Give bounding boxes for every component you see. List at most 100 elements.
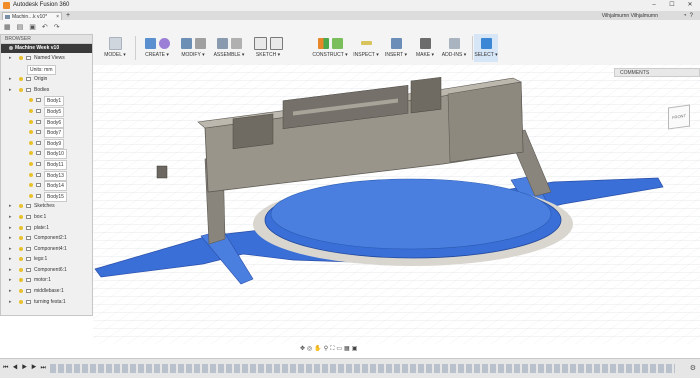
sphere-icon[interactable] bbox=[158, 37, 170, 49]
visibility-bulb-icon[interactable] bbox=[29, 108, 33, 113]
pan-icon[interactable]: ✋ bbox=[314, 346, 323, 352]
visibility-bulb-icon[interactable] bbox=[19, 267, 23, 272]
root-toggle-icon[interactable] bbox=[9, 46, 13, 50]
browser-item[interactable]: Body13 bbox=[1, 170, 92, 181]
expand-icon[interactable]: ▸ bbox=[9, 286, 12, 297]
modify-menu[interactable]: MODIFY ▾ bbox=[178, 34, 208, 62]
timeline-features[interactable] bbox=[50, 364, 675, 373]
browser-item[interactable]: Units: mm bbox=[1, 64, 92, 75]
visibility-bulb-icon[interactable] bbox=[29, 183, 33, 188]
expand-icon[interactable]: ▸ bbox=[9, 223, 12, 234]
make-menu[interactable]: MAKE ▾ bbox=[414, 34, 436, 62]
display-settings-icon[interactable]: ▭ bbox=[336, 346, 344, 352]
browser-item[interactable]: Body5 bbox=[1, 106, 92, 117]
step-back-icon[interactable]: ◀ bbox=[12, 365, 21, 371]
browser-item[interactable]: ▸ motor:1 bbox=[1, 275, 92, 286]
user-name[interactable]: Vilhjalmurnn Vilhjalmurnn bbox=[602, 12, 658, 20]
help-icon[interactable]: ? bbox=[690, 13, 696, 19]
3d-viewport[interactable]: FRONT bbox=[93, 64, 700, 344]
select-menu[interactable]: SELECT ▾ bbox=[474, 34, 498, 62]
visibility-bulb-icon[interactable] bbox=[19, 236, 23, 241]
fillet-icon[interactable] bbox=[194, 37, 206, 49]
create-menu[interactable]: CREATE ▾ bbox=[139, 34, 175, 62]
box-icon[interactable] bbox=[144, 37, 156, 49]
small-cube-body[interactable] bbox=[156, 165, 168, 179]
browser-header[interactable]: BROWSER bbox=[1, 35, 92, 44]
visibility-bulb-icon[interactable] bbox=[19, 225, 23, 230]
offset-plane-icon[interactable] bbox=[317, 37, 329, 49]
visibility-bulb-icon[interactable] bbox=[19, 77, 23, 82]
expand-icon[interactable]: ▸ bbox=[9, 254, 12, 265]
browser-item[interactable]: ▸ legs:1 bbox=[1, 254, 92, 265]
visibility-bulb-icon[interactable] bbox=[19, 87, 23, 92]
visibility-bulb-icon[interactable] bbox=[29, 172, 33, 177]
scripts-icon[interactable] bbox=[448, 37, 460, 49]
gear-icon[interactable]: ⚙ bbox=[690, 364, 696, 372]
viewports-icon[interactable]: ▣ bbox=[352, 346, 360, 352]
visibility-bulb-icon[interactable] bbox=[19, 214, 23, 219]
visibility-bulb-icon[interactable] bbox=[19, 204, 23, 209]
browser-item[interactable]: ▸ Component2:1 bbox=[1, 233, 92, 244]
visibility-bulb-icon[interactable] bbox=[19, 289, 23, 294]
comments-panel[interactable]: COMMENTS bbox=[614, 68, 700, 77]
go-to-start-icon[interactable]: ⏮ bbox=[3, 365, 12, 371]
new-tab-button[interactable]: + bbox=[66, 11, 70, 20]
sketch-line-icon[interactable] bbox=[253, 36, 267, 50]
browser-item[interactable]: ▸ plate:1 bbox=[1, 223, 92, 234]
expand-icon[interactable]: ▸ bbox=[9, 233, 12, 244]
view-cube[interactable]: FRONT bbox=[668, 104, 690, 130]
sketch-menu[interactable]: SKETCH ▾ bbox=[250, 34, 286, 62]
undo-icon[interactable]: ↶ bbox=[42, 24, 54, 31]
browser-item[interactable]: Body11 bbox=[1, 159, 92, 170]
visibility-bulb-icon[interactable] bbox=[29, 119, 33, 124]
browser-item[interactable]: Body1 bbox=[1, 95, 92, 107]
joint-icon[interactable] bbox=[230, 37, 242, 49]
expand-icon[interactable]: ▸ bbox=[9, 53, 12, 64]
expand-icon[interactable]: ▸ bbox=[9, 244, 12, 255]
browser-item[interactable]: ▸ box:1 bbox=[1, 212, 92, 223]
grid-settings-icon[interactable]: ▦ bbox=[344, 346, 352, 352]
file-icon[interactable]: ▤ bbox=[17, 24, 30, 31]
visibility-bulb-icon[interactable] bbox=[19, 246, 23, 251]
visibility-bulb-icon[interactable] bbox=[19, 257, 23, 262]
close-tab-icon[interactable]: × bbox=[56, 13, 59, 21]
browser-item[interactable]: Body15 bbox=[1, 191, 92, 202]
insert-image-icon[interactable] bbox=[390, 37, 402, 49]
browser-item[interactable]: ▸ Sketches bbox=[1, 201, 92, 212]
save-icon[interactable]: ▣ bbox=[29, 24, 42, 31]
job-status-icon[interactable]: ◔ bbox=[683, 13, 690, 19]
select-arrow-icon[interactable] bbox=[480, 37, 492, 49]
measure-icon[interactable] bbox=[360, 41, 372, 45]
expand-icon[interactable]: ▸ bbox=[9, 201, 12, 212]
expand-icon[interactable]: ▸ bbox=[9, 212, 12, 223]
construct-menu[interactable]: CONSTRUCT ▾ bbox=[310, 34, 350, 62]
assemble-menu[interactable]: ASSEMBLE ▾ bbox=[212, 34, 246, 62]
insert-menu[interactable]: INSERT ▾ bbox=[384, 34, 408, 62]
sketch-dimension-icon[interactable] bbox=[269, 36, 283, 50]
browser-item[interactable]: ▸ turning festa:1 bbox=[1, 297, 92, 308]
browser-root[interactable]: Machine Week v10 bbox=[1, 44, 92, 53]
expand-icon[interactable]: ▸ bbox=[9, 85, 12, 96]
browser-item[interactable]: Body7 bbox=[1, 127, 92, 139]
3d-print-icon[interactable] bbox=[419, 37, 431, 49]
visibility-bulb-icon[interactable] bbox=[29, 193, 33, 198]
visibility-bulb-icon[interactable] bbox=[29, 140, 33, 145]
expand-icon[interactable]: ▸ bbox=[9, 265, 12, 276]
axis-icon[interactable] bbox=[331, 37, 343, 49]
go-to-end-icon[interactable]: ⏭ bbox=[40, 365, 49, 371]
browser-item[interactable]: Body14 bbox=[1, 180, 92, 192]
browser-item[interactable]: Body10 bbox=[1, 148, 92, 160]
new-component-icon[interactable] bbox=[216, 37, 228, 49]
orbit-icon[interactable]: ✥ bbox=[300, 346, 307, 352]
browser-item[interactable]: ▸ Component6:1 bbox=[1, 265, 92, 276]
model-workspace-button[interactable]: MODEL ▾ bbox=[100, 34, 130, 62]
visibility-bulb-icon[interactable] bbox=[29, 98, 33, 103]
browser-item[interactable]: ▸ Named Views bbox=[1, 53, 92, 64]
inspect-menu[interactable]: INSPECT ▾ bbox=[351, 34, 381, 62]
browser-item[interactable]: Body9 bbox=[1, 138, 92, 149]
maximize-button[interactable]: ☐ bbox=[664, 1, 680, 10]
visibility-bulb-icon[interactable] bbox=[19, 299, 23, 304]
grid-icon[interactable]: ▦ bbox=[4, 24, 17, 31]
expand-icon[interactable]: ▸ bbox=[9, 297, 12, 308]
redo-icon[interactable]: ↷ bbox=[54, 24, 66, 31]
